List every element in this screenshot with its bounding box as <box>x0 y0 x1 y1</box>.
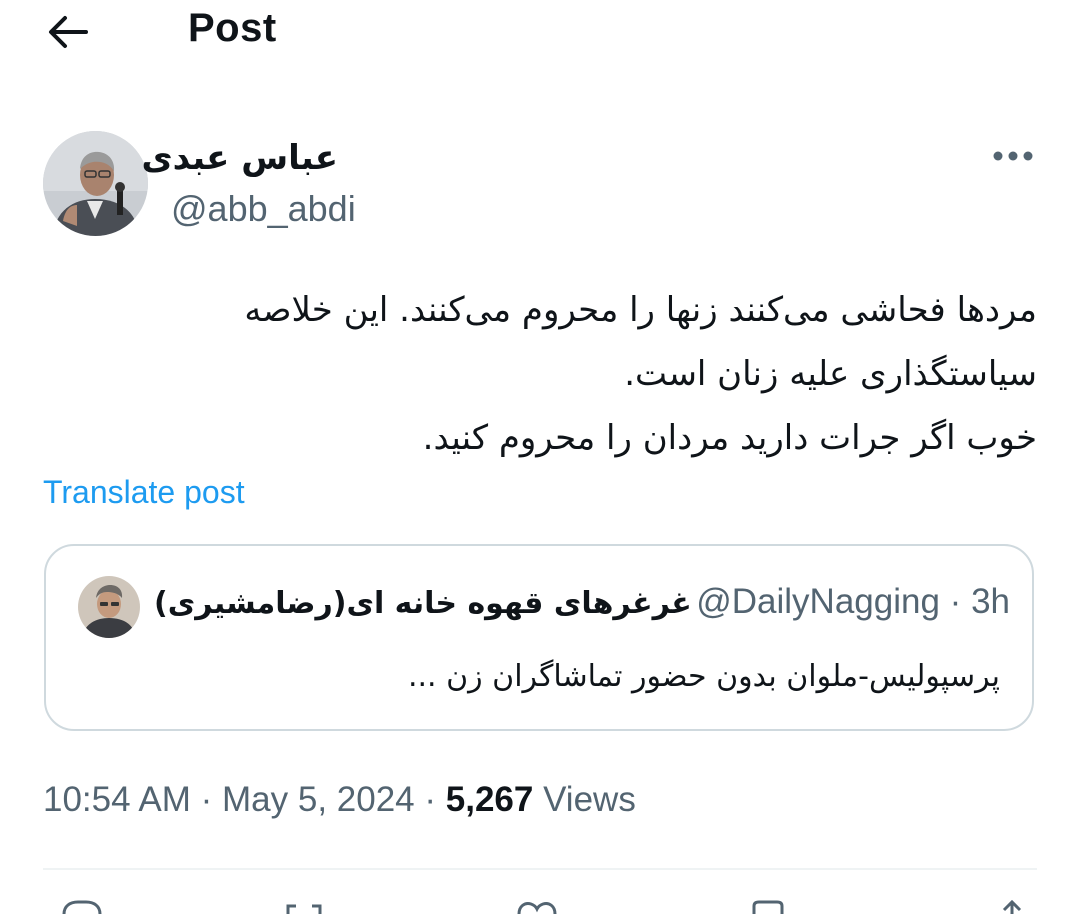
quoted-author-photo <box>78 576 140 638</box>
author-photo <box>43 131 148 236</box>
more-options-button[interactable] <box>988 138 1038 174</box>
reply-icon <box>62 900 102 915</box>
author-handle[interactable]: @abb_abdi <box>171 188 356 230</box>
back-button[interactable] <box>44 10 92 54</box>
views-label: Views <box>543 780 636 819</box>
quoted-tweet-header: غرغرهای قهوه خانه ای(رضامشیری) @DailyNag… <box>154 582 1010 630</box>
bookmark-button[interactable] <box>746 900 790 914</box>
share-icon <box>1002 899 1022 914</box>
separator-dot: · <box>200 780 213 819</box>
quoted-tweet-card[interactable]: غرغرهای قهوه خانه ای(رضامشیری) @DailyNag… <box>44 544 1034 731</box>
quoted-author-name: غرغرهای قهوه خانه ای(رضامشیری) <box>154 586 692 621</box>
tweet-line: سیاستگذاری علیه زنان است. <box>624 354 1037 394</box>
quoted-author-handle: @DailyNagging <box>696 582 940 621</box>
arrow-left-icon <box>49 16 88 48</box>
separator-dot: · <box>949 582 962 621</box>
tweet-date[interactable]: May 5, 2024 <box>222 780 415 819</box>
quoted-tweet-time: 3h <box>971 582 1010 621</box>
bookmark-icon <box>752 900 784 914</box>
share-button[interactable] <box>990 899 1034 914</box>
views-count: 5,267 <box>445 780 534 819</box>
tweet-line: خوب اگر جرات دارید مردان را محروم کنید. <box>422 418 1037 458</box>
tweet-text: مردها فحاشی می‌کنند زنها را محروم می‌کنن… <box>43 278 1037 470</box>
tweet-line: مردها فحاشی می‌کنند زنها را محروم می‌کنن… <box>244 290 1037 330</box>
repost-icon <box>286 904 322 914</box>
more-horizontal-icon <box>993 151 1033 161</box>
page-title: Post <box>188 6 277 50</box>
top-bar: Post <box>0 0 1080 64</box>
quoted-tweet-meta: @DailyNagging · 3h <box>696 582 1010 622</box>
quoted-author-avatar[interactable] <box>78 576 140 638</box>
divider <box>43 868 1037 870</box>
tweet-meta-row: 10:54 AM · May 5, 2024 · 5,267 Views <box>43 780 636 820</box>
translate-post-link[interactable]: Translate post <box>43 474 245 511</box>
like-button[interactable] <box>515 900 559 915</box>
author-display-name[interactable]: عباس عبدی <box>141 138 338 178</box>
tweet-time[interactable]: 10:54 AM <box>43 780 191 819</box>
reply-button[interactable] <box>60 900 104 915</box>
quoted-tweet-text: پرسپولیس-ملوان بدون حضور تماشاگران زن ..… <box>407 659 1000 694</box>
repost-button[interactable] <box>282 900 326 914</box>
heart-icon <box>517 902 557 915</box>
separator-dot: · <box>424 780 437 819</box>
author-avatar[interactable] <box>43 131 148 236</box>
